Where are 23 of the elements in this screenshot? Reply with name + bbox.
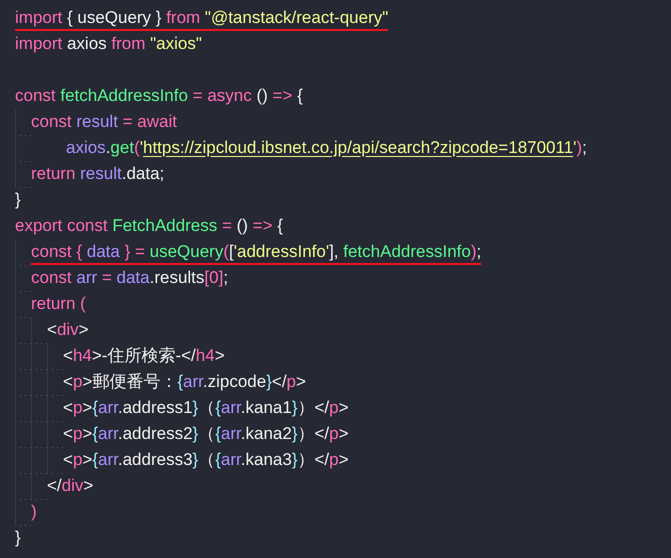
code-line: return ( <box>31 293 86 315</box>
code-line: <p>{arr.address2}（{arr.kana2}）</p> <box>63 423 349 445</box>
code-line: const result = await <box>31 111 177 133</box>
code-line: const arr = data.results[0]; <box>31 267 228 289</box>
code-line: } <box>15 189 21 211</box>
indent-guide <box>15 396 63 422</box>
code-line: import axios from "axios" <box>15 33 202 55</box>
code-line: } <box>15 527 21 549</box>
code-line: import { useQuery } from "@tanstack/react-query" <box>15 7 388 31</box>
code-line: <div> <box>47 319 89 341</box>
code-line: return result.data; <box>31 163 164 185</box>
code-line: axios.get('https://zipcloud.ibsnet.co.jp/api/search?zipcode=1870011'); <box>66 137 587 159</box>
code-line: </div> <box>47 475 94 497</box>
code-line: ) <box>31 501 37 523</box>
code-line: const fetchAddressInfo = async () => { <box>15 85 303 107</box>
indent-guide <box>15 422 63 448</box>
code-line: <p>{arr.address3}（{arr.kana3}）</p> <box>63 449 349 471</box>
code-line: const { data } = useQuery(['addressInfo'], fetchAddressInfo); <box>31 241 482 265</box>
code-line: <h4>-住所検索-</h4> <box>63 345 225 367</box>
indent-guide <box>15 370 63 396</box>
code-line: <p>{arr.address1}（{arr.kana1}）</p> <box>63 397 349 419</box>
code-line: <p>郵便番号：{arr.zipcode}</p> <box>63 371 306 393</box>
code-line: export const FetchAddress = () => { <box>15 215 283 237</box>
